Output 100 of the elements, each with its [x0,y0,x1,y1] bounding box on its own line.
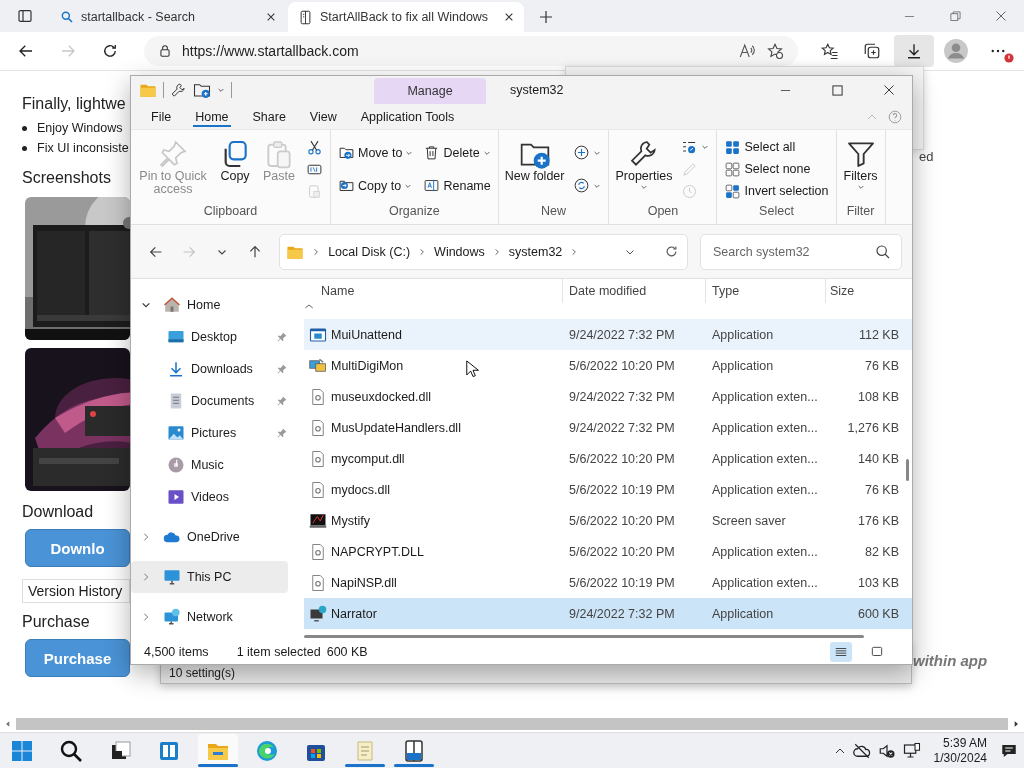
type-cell-text: Application exten... [711,482,819,497]
group-label: Filter [845,204,876,220]
profile-icon[interactable] [943,38,969,64]
type-cell-text: Application exten... [711,451,819,466]
nav-item[interactable]: This PC [131,561,288,593]
clock-icon [681,182,699,200]
file-row[interactable]: NapiNSP.dll 5/6/2022 10:19 PM Application exten... 103 KB [304,567,912,598]
nav-item[interactable]: Videos [131,481,288,513]
wrench-icon[interactable] [170,81,187,99]
nav-item[interactable]: Documents [131,385,288,417]
delete-button[interactable]: Delete [420,143,494,162]
type-cell-text: Application exten... [711,420,819,435]
tab-actions-icon[interactable] [17,8,33,24]
address-bar[interactable]: Local Disk (C:) Windows system32 [279,233,688,270]
file-row[interactable]: MultiDigiMon 5/6/2022 10:20 PM Application 76 KB [304,350,912,381]
invert-selection-icon [724,182,742,200]
copyto-button[interactable]: Copy to [335,176,417,195]
clock[interactable]: 5:39 AM 1/30/2024 [927,735,993,766]
details-view-button[interactable] [830,641,852,662]
folder-plus-icon[interactable] [193,81,211,99]
type-cell-text: Application exten... [711,389,819,404]
close-icon[interactable] [995,10,1007,22]
browser-tab[interactable]: startallback - Search [50,2,286,32]
nav-item[interactable]: Desktop [131,321,288,353]
cloud-off-icon[interactable] [852,741,871,760]
close-icon[interactable] [504,12,514,22]
selectall-button[interactable]: Select all [721,137,832,157]
book-panel-icon[interactable] [402,738,426,763]
column-header[interactable]: Type [706,279,826,303]
copy-button[interactable]: Copy [215,134,255,204]
new-tab-icon[interactable] [538,9,554,25]
file-row[interactable]: museuxdocked.dll 9/24/2022 7:32 PM Application exten... 108 KB [304,381,912,412]
restore-icon[interactable] [949,10,961,22]
scroll-right-icon[interactable] [1012,720,1020,728]
date-cell-text: 5/6/2022 10:20 PM [568,513,676,528]
file-row[interactable]: Narrator 9/24/2022 7:32 PM Application 600 KB [304,598,912,629]
nav-item[interactable]: Pictures [131,417,288,449]
file-row[interactable]: mydocs.dll 5/6/2022 10:19 PM Application exten... 76 KB [304,474,912,505]
nav-item[interactable]: Home [131,289,288,321]
search-box[interactable]: Search system32 [700,233,902,270]
column-header[interactable]: Size [826,279,899,303]
section-heading: Screenshots [22,169,111,187]
newfolder-button[interactable]: New folder [502,134,567,204]
context-tab[interactable]: Manage [374,78,486,104]
moveto-button[interactable]: Move to [335,143,417,162]
horizontal-scrollbar[interactable] [304,634,864,638]
picture-icon [167,424,185,442]
file-name: NAPCRYPT.DLL [331,544,424,559]
read-aloud-icon[interactable] [738,42,756,60]
column-header[interactable]: Date modified [563,279,706,303]
file-row[interactable]: MuiUnattend 9/24/2022 7:32 PM Application 112 KB [304,319,912,350]
invert-button[interactable]: Invert selection [721,181,832,201]
search-icon [60,10,74,24]
date-cell-text: 5/6/2022 10:20 PM [568,358,676,373]
version-history-link[interactable]: Version History [22,579,130,603]
file-row[interactable]: MusUpdateHandlers.dll 9/24/2022 7:32 PM Application exten... 1,276 KB [304,412,912,443]
collapsed-chevron-icon [141,612,151,622]
date-cell-text: 5/6/2022 10:19 PM [568,575,676,590]
ribbon-tab[interactable]: Home [183,104,241,129]
network-icon[interactable] [902,741,921,760]
file-name: museuxdocked.dll [331,389,432,404]
vertical-scrollbar[interactable] [906,459,909,481]
favorite-add-icon[interactable] [766,42,784,60]
windows-logo-icon[interactable] [10,738,34,763]
file-row[interactable]: mycomput.dll 5/6/2022 10:20 PM Application exten... 140 KB [304,443,912,474]
filters-button[interactable]: Filters [840,134,881,204]
size-cell-text: 176 KB [857,513,899,528]
search-field[interactable]: Search system32 [711,243,875,260]
close-icon[interactable] [883,84,895,96]
type-cell-text: Application exten... [711,544,819,559]
refresh-icon[interactable] [664,244,679,259]
browser-tab[interactable]: StartAllBack to fix all Windows [288,2,524,32]
ribbon-tab[interactable]: File [139,104,184,129]
browser-swirl-icon[interactable] [255,738,279,763]
nav-item[interactable]: Music [131,449,288,481]
rename-button[interactable]: Rename [420,176,494,195]
selectnone-button[interactable]: Select none [721,159,832,179]
scrollbar-thumb[interactable] [16,718,1008,730]
close-icon[interactable] [266,12,276,22]
maximize-icon[interactable] [831,84,843,96]
nav-item[interactable]: Network [131,601,288,633]
nav-item[interactable]: Downloads [131,353,288,385]
column-header[interactable]: Name [304,279,563,303]
search-icon[interactable] [59,738,83,763]
file-row[interactable]: Mystify 5/6/2022 10:20 PM Screen saver 176 KB [304,505,912,536]
collections-icon[interactable] [863,42,881,60]
window-icon [309,325,327,344]
downloads-button[interactable] [894,35,934,67]
caret-icon [639,183,648,191]
date-cell-text: 9/24/2022 7:32 PM [568,389,676,404]
file-row[interactable]: NAPCRYPT.DLL 5/6/2022 10:20 PM Application exten... 82 KB [304,536,912,567]
refresh-icon[interactable] [101,42,119,60]
ribbon-tab[interactable]: Share [240,104,298,129]
nav-item[interactable]: OneDrive [131,521,288,553]
ribbon-tab[interactable]: View [297,104,349,129]
settings-count: 10 setting(s) [169,666,236,680]
properties-button[interactable]: Properties [613,134,675,204]
favorites-icon[interactable] [821,42,839,60]
ribbon-tab[interactable]: Application Tools [348,104,467,129]
scroll-left-icon[interactable] [4,720,12,728]
